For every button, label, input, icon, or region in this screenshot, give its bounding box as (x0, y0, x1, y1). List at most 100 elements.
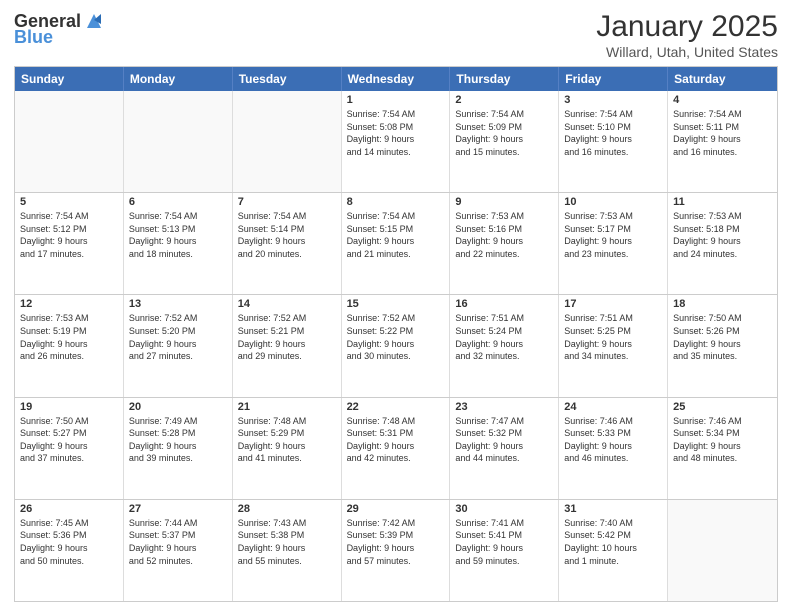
location: Willard, Utah, United States (596, 44, 778, 60)
empty-cell-4-6 (668, 500, 777, 601)
day-number: 6 (129, 196, 227, 208)
empty-cell-0-0 (15, 91, 124, 192)
cell-text: Sunrise: 7:54 AM Sunset: 5:10 PM Dayligh… (564, 108, 662, 158)
cell-text: Sunrise: 7:40 AM Sunset: 5:42 PM Dayligh… (564, 517, 662, 567)
cell-text: Sunrise: 7:50 AM Sunset: 5:26 PM Dayligh… (673, 312, 772, 362)
day-cell-1: 1Sunrise: 7:54 AM Sunset: 5:08 PM Daylig… (342, 91, 451, 192)
day-number: 25 (673, 401, 772, 413)
day-cell-8: 8 Sunrise: 7:54 AM Sunset: 5:15 PM Daylig… (342, 193, 451, 294)
cell-text: Sunrise: 7:51 AM Sunset: 5:24 PM Dayligh… (455, 312, 553, 362)
cell-text: Sunrise: 7:52 AM Sunset: 5:20 PM Dayligh… (129, 312, 227, 362)
day-cell-9: 9 Sunrise: 7:53 AM Sunset: 5:16 PM Daylig… (450, 193, 559, 294)
day-number: 21 (238, 401, 336, 413)
day-cell-24: 24Sunrise: 7:46 AM Sunset: 5:33 PM Dayli… (559, 398, 668, 499)
day-number: 2 (455, 94, 553, 106)
calendar-row-3: 19Sunrise: 7:50 AM Sunset: 5:27 PM Dayli… (15, 397, 777, 499)
calendar-row-1: 5 Sunrise: 7:54 AM Sunset: 5:12 PM Daylig… (15, 192, 777, 294)
cell-text: Sunrise: 7:52 AM Sunset: 5:22 PM Dayligh… (347, 312, 445, 362)
day-cell-2: 2 Sunrise: 7:54 AM Sunset: 5:09 PM Daylig… (450, 91, 559, 192)
day-number: 17 (564, 298, 662, 310)
day-cell-25: 25 Sunrise: 7:46 AM Sunset: 5:34 PM Dayli… (668, 398, 777, 499)
cell-text: Sunrise: 7:54 AM Sunset: 5:09 PM Dayligh… (455, 108, 553, 158)
cell-text: Sunrise: 7:53 AM Sunset: 5:18 PM Dayligh… (673, 210, 772, 260)
day-number: 31 (564, 503, 662, 515)
logo-blue: Blue (14, 28, 53, 46)
day-cell-4: 4 Sunrise: 7:54 AM Sunset: 5:11 PM Daylig… (668, 91, 777, 192)
cell-text: Sunrise: 7:42 AM Sunset: 5:39 PM Dayligh… (347, 517, 445, 567)
day-number: 22 (347, 401, 445, 413)
day-number: 12 (20, 298, 118, 310)
day-number: 3 (564, 94, 662, 106)
day-number: 4 (673, 94, 772, 106)
cell-text: Sunrise: 7:49 AM Sunset: 5:28 PM Dayligh… (129, 415, 227, 465)
day-cell-31: 31 Sunrise: 7:40 AM Sunset: 5:42 PM Dayli… (559, 500, 668, 601)
empty-cell-0-2 (233, 91, 342, 192)
day-number: 13 (129, 298, 227, 310)
day-cell-5: 5 Sunrise: 7:54 AM Sunset: 5:12 PM Daylig… (15, 193, 124, 294)
header: General Blue January 2025 Willard, Utah,… (14, 10, 778, 60)
day-number: 1 (347, 94, 445, 106)
day-cell-16: 16Sunrise: 7:51 AM Sunset: 5:24 PM Dayli… (450, 295, 559, 396)
day-number: 10 (564, 196, 662, 208)
day-cell-10: 10Sunrise: 7:53 AM Sunset: 5:17 PM Dayli… (559, 193, 668, 294)
calendar-header: SundayMondayTuesdayWednesdayThursdayFrid… (15, 67, 777, 91)
day-number: 26 (20, 503, 118, 515)
title-block: January 2025 Willard, Utah, United State… (596, 10, 778, 60)
cell-text: Sunrise: 7:46 AM Sunset: 5:34 PM Dayligh… (673, 415, 772, 465)
day-number: 5 (20, 196, 118, 208)
day-cell-22: 22Sunrise: 7:48 AM Sunset: 5:31 PM Dayli… (342, 398, 451, 499)
day-number: 9 (455, 196, 553, 208)
day-number: 20 (129, 401, 227, 413)
day-number: 11 (673, 196, 772, 208)
cell-text: Sunrise: 7:43 AM Sunset: 5:38 PM Dayligh… (238, 517, 336, 567)
day-cell-29: 29 Sunrise: 7:42 AM Sunset: 5:39 PM Dayli… (342, 500, 451, 601)
header-cell-friday: Friday (559, 67, 668, 91)
cell-text: Sunrise: 7:53 AM Sunset: 5:19 PM Dayligh… (20, 312, 118, 362)
day-number: 23 (455, 401, 553, 413)
calendar: SundayMondayTuesdayWednesdayThursdayFrid… (14, 66, 778, 602)
logo: General Blue (14, 10, 105, 46)
calendar-row-0: 1Sunrise: 7:54 AM Sunset: 5:08 PM Daylig… (15, 91, 777, 192)
day-number: 29 (347, 503, 445, 515)
day-cell-27: 27Sunrise: 7:44 AM Sunset: 5:37 PM Dayli… (124, 500, 233, 601)
day-cell-23: 23 Sunrise: 7:47 AM Sunset: 5:32 PM Dayli… (450, 398, 559, 499)
day-cell-21: 21 Sunrise: 7:48 AM Sunset: 5:29 PM Dayli… (233, 398, 342, 499)
header-cell-tuesday: Tuesday (233, 67, 342, 91)
day-cell-18: 18Sunrise: 7:50 AM Sunset: 5:26 PM Dayli… (668, 295, 777, 396)
page: General Blue January 2025 Willard, Utah,… (0, 0, 792, 612)
cell-text: Sunrise: 7:53 AM Sunset: 5:16 PM Dayligh… (455, 210, 553, 260)
day-cell-7: 7Sunrise: 7:54 AM Sunset: 5:14 PM Daylig… (233, 193, 342, 294)
day-cell-11: 11 Sunrise: 7:53 AM Sunset: 5:18 PM Dayli… (668, 193, 777, 294)
calendar-row-4: 26Sunrise: 7:45 AM Sunset: 5:36 PM Dayli… (15, 499, 777, 601)
header-cell-thursday: Thursday (450, 67, 559, 91)
header-cell-sunday: Sunday (15, 67, 124, 91)
day-number: 27 (129, 503, 227, 515)
header-cell-monday: Monday (124, 67, 233, 91)
month-title: January 2025 (596, 10, 778, 44)
day-cell-14: 14Sunrise: 7:52 AM Sunset: 5:21 PM Dayli… (233, 295, 342, 396)
day-cell-26: 26Sunrise: 7:45 AM Sunset: 5:36 PM Dayli… (15, 500, 124, 601)
day-number: 8 (347, 196, 445, 208)
day-number: 28 (238, 503, 336, 515)
cell-text: Sunrise: 7:54 AM Sunset: 5:12 PM Dayligh… (20, 210, 118, 260)
cell-text: Sunrise: 7:54 AM Sunset: 5:14 PM Dayligh… (238, 210, 336, 260)
header-cell-wednesday: Wednesday (342, 67, 451, 91)
day-number: 14 (238, 298, 336, 310)
cell-text: Sunrise: 7:47 AM Sunset: 5:32 PM Dayligh… (455, 415, 553, 465)
cell-text: Sunrise: 7:46 AM Sunset: 5:33 PM Dayligh… (564, 415, 662, 465)
cell-text: Sunrise: 7:54 AM Sunset: 5:11 PM Dayligh… (673, 108, 772, 158)
day-number: 15 (347, 298, 445, 310)
cell-text: Sunrise: 7:50 AM Sunset: 5:27 PM Dayligh… (20, 415, 118, 465)
cell-text: Sunrise: 7:48 AM Sunset: 5:29 PM Dayligh… (238, 415, 336, 465)
day-cell-28: 28 Sunrise: 7:43 AM Sunset: 5:38 PM Dayli… (233, 500, 342, 601)
calendar-body: 1Sunrise: 7:54 AM Sunset: 5:08 PM Daylig… (15, 91, 777, 601)
header-cell-saturday: Saturday (668, 67, 777, 91)
day-cell-30: 30Sunrise: 7:41 AM Sunset: 5:41 PM Dayli… (450, 500, 559, 601)
cell-text: Sunrise: 7:54 AM Sunset: 5:15 PM Dayligh… (347, 210, 445, 260)
day-cell-12: 12 Sunrise: 7:53 AM Sunset: 5:19 PM Dayli… (15, 295, 124, 396)
empty-cell-0-1 (124, 91, 233, 192)
day-cell-3: 3 Sunrise: 7:54 AM Sunset: 5:10 PM Daylig… (559, 91, 668, 192)
cell-text: Sunrise: 7:41 AM Sunset: 5:41 PM Dayligh… (455, 517, 553, 567)
day-cell-13: 13 Sunrise: 7:52 AM Sunset: 5:20 PM Dayli… (124, 295, 233, 396)
day-cell-20: 20 Sunrise: 7:49 AM Sunset: 5:28 PM Dayli… (124, 398, 233, 499)
